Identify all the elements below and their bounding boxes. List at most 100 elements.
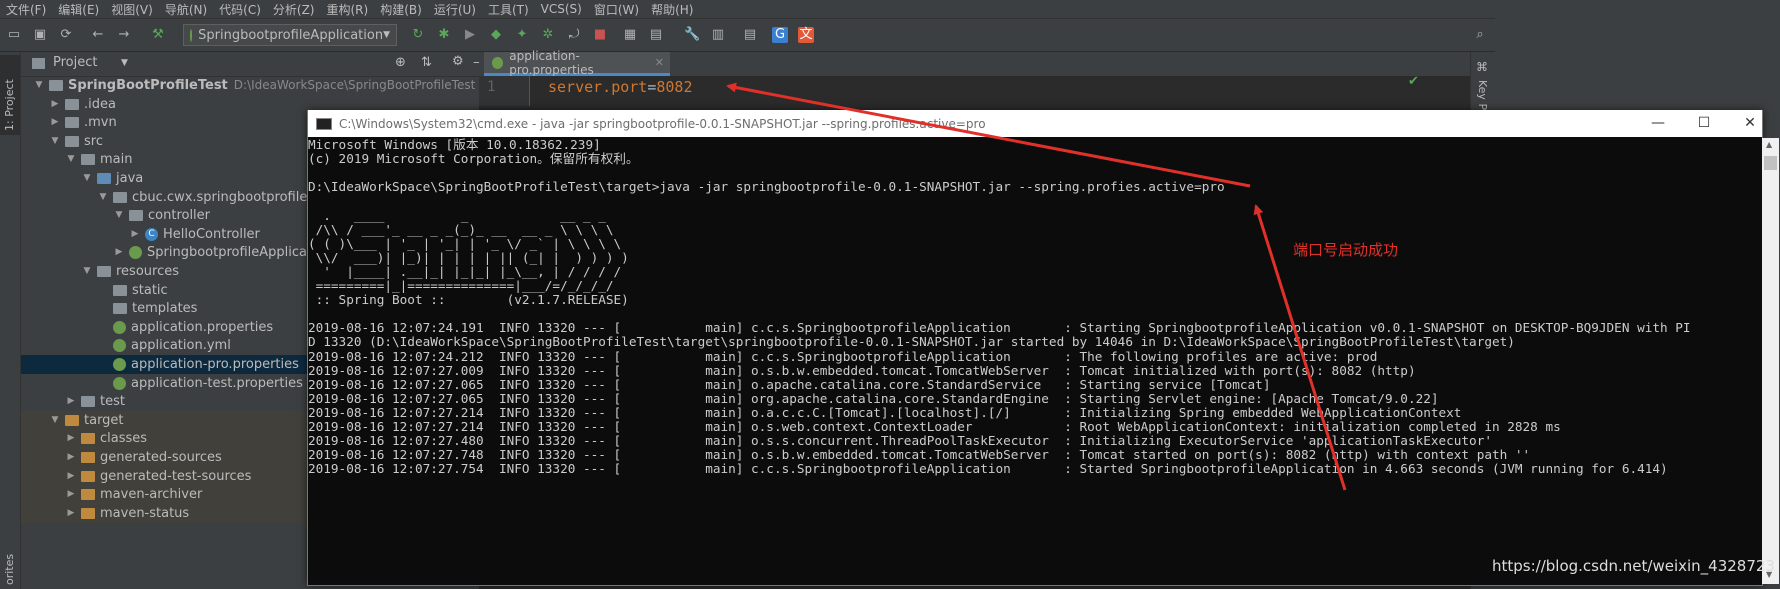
menu-item[interactable]: VCS(S) [535, 2, 588, 16]
folder-icon [49, 80, 63, 91]
run-coverage-icon[interactable]: ◆ [488, 27, 504, 43]
tree-item-label: application.properties [131, 319, 274, 335]
tree-item-label: controller [148, 208, 211, 224]
settings-icon[interactable]: 🔧 [684, 27, 700, 43]
vcs-icon[interactable]: ▦ [622, 27, 638, 43]
chevron-right-icon[interactable]: ▶ [65, 392, 77, 411]
forward-icon[interactable]: → [116, 27, 132, 43]
translate2-icon[interactable]: 文 [798, 27, 814, 43]
tool-tab-project[interactable]: 1: Project [0, 55, 20, 135]
menu-item[interactable]: 文件(F) [0, 1, 52, 18]
chevron-down-icon[interactable]: ▼ [113, 206, 125, 225]
watermark: https://blog.csdn.net/weixin_4328723 [1492, 557, 1775, 575]
chevron-right-icon[interactable]: ▶ [113, 243, 125, 262]
tree-item-label: SpringbootprofileApplicati [147, 245, 316, 261]
chevron-down-icon[interactable]: ▼ [49, 132, 61, 151]
folder-icon[interactable]: ▭ [6, 27, 22, 43]
chevron-down-icon[interactable]: ▼ [81, 169, 93, 188]
close-button[interactable]: ✕ [1727, 110, 1773, 137]
minimize-button[interactable]: — [1635, 110, 1681, 137]
back-icon[interactable]: ← [90, 27, 106, 43]
folder-icon [81, 452, 95, 463]
cmd-output[interactable]: Microsoft Windows [版本 10.0.18362.239] (c)… [308, 137, 1762, 585]
vcs2-icon[interactable]: ▤ [648, 27, 664, 43]
menu-item[interactable]: 运行(U) [428, 1, 482, 18]
rerun-icon[interactable]: ↻ [410, 27, 426, 43]
chevron-right-icon[interactable]: ▶ [49, 113, 61, 132]
locate-icon[interactable]: ⊕ [395, 55, 406, 70]
chevron-down-icon[interactable]: ▼ [33, 76, 45, 95]
menu-item[interactable]: 代码(C) [213, 1, 267, 18]
folder-icon [81, 489, 95, 501]
folder-icon [81, 396, 95, 408]
folder-icon [113, 191, 127, 203]
spring-icon [113, 376, 126, 390]
menu-item[interactable]: 窗口(W) [588, 1, 645, 18]
stop-icon[interactable]: ■ [592, 27, 608, 43]
folder-icon [81, 433, 95, 445]
maximize-button[interactable]: ☐ [1681, 110, 1727, 137]
chevron-down-icon[interactable]: ▼ [97, 188, 109, 207]
menu-item[interactable]: 工具(T) [482, 1, 535, 18]
menu-item[interactable]: 重构(R) [321, 1, 375, 18]
chevron-down-icon: ▼ [121, 58, 128, 68]
scroll-thumb[interactable] [1764, 156, 1777, 170]
key-promoter-icon[interactable]: ⌘ [1476, 60, 1488, 74]
reload-icon[interactable]: ⤾ [566, 27, 582, 43]
menu-item[interactable]: 构建(B) [374, 1, 428, 18]
search-icon[interactable]: ⌕ [1472, 27, 1488, 43]
menu-item[interactable]: 导航(N) [159, 1, 213, 18]
chevron-right-icon[interactable]: ▶ [65, 429, 77, 448]
folder-icon [81, 154, 95, 166]
chevron-right-icon[interactable]: ▶ [49, 95, 61, 114]
project-view-selector[interactable]: Project [53, 55, 97, 70]
close-icon[interactable]: ✕ [655, 56, 664, 69]
code-line[interactable]: server.port=8082 [548, 76, 693, 98]
build-icon[interactable]: ⚒ [150, 27, 166, 43]
chevron-down-icon[interactable]: ▼ [65, 150, 77, 169]
save-icon[interactable]: ▣ [32, 27, 48, 43]
menu-item[interactable]: 视图(V) [105, 1, 159, 18]
run-config-select[interactable]: SpringbootprofileApplication ▼ [183, 24, 397, 46]
run-icon[interactable]: ▶ [462, 27, 478, 43]
sync-icon[interactable]: ⟳ [58, 27, 74, 43]
collapse-icon[interactable]: ⇅ [421, 55, 432, 70]
cmd-scrollbar[interactable]: ▲ ▼ [1762, 138, 1779, 584]
chevron-right-icon[interactable]: ▶ [65, 504, 77, 523]
editor-tab-application-pro[interactable]: application-pro.properties ✕ [484, 49, 670, 77]
chevron-down-icon[interactable]: ▼ [81, 262, 93, 281]
spring-icon [113, 358, 126, 371]
folder-icon [65, 98, 79, 110]
attach-icon[interactable]: ✲ [540, 27, 556, 43]
check-icon: ✔ [1408, 74, 1419, 89]
cmd-title: C:\Windows\System32\cmd.exe - java -jar … [339, 116, 986, 131]
structure-icon[interactable]: ▥ [710, 27, 726, 43]
tree-item-label: test [100, 394, 125, 410]
profile-icon[interactable]: ✦ [514, 27, 530, 43]
menu-item[interactable]: 帮助(H) [645, 1, 699, 18]
chevron-right-icon[interactable]: ▶ [129, 225, 141, 244]
spring-icon [129, 246, 142, 260]
cmd-title-bar[interactable]: C:\Windows\System32\cmd.exe - java -jar … [308, 110, 1762, 137]
menu-item[interactable]: 编辑(E) [52, 1, 105, 18]
chevron-right-icon[interactable]: ▶ [65, 485, 77, 504]
console-line: (c) 2019 Microsoft Corporation。保留所有权利。 [308, 151, 639, 167]
tasks-icon[interactable]: ▤ [742, 27, 758, 43]
scroll-up-arrow[interactable]: ▲ [1766, 140, 1772, 149]
tool-tab-project-label: 1: Project [3, 79, 16, 131]
chevron-right-icon[interactable]: ▶ [65, 467, 77, 486]
menu-item[interactable]: 分析(Z) [267, 1, 321, 18]
tree-item-label: SpringBootProfileTest [68, 78, 228, 93]
chevron-down-icon[interactable]: ▼ [49, 411, 61, 430]
tool-tab-favorites[interactable]: orites [3, 554, 16, 585]
debug-icon[interactable]: ✱ [436, 27, 452, 43]
gear-icon[interactable]: ⚙ [452, 54, 464, 69]
chevron-right-icon[interactable]: ▶ [65, 448, 77, 467]
tree-item[interactable]: ▼ SpringBootProfileTest D:\IdeaWorkSpace\S… [21, 76, 479, 95]
folder-icon [65, 117, 79, 129]
translate-icon[interactable]: G [772, 27, 788, 43]
editor-gutter: 1 [479, 76, 530, 106]
tree-item-label: src [84, 133, 103, 149]
folder-icon [113, 303, 127, 315]
tree-item-label: java [116, 171, 144, 186]
